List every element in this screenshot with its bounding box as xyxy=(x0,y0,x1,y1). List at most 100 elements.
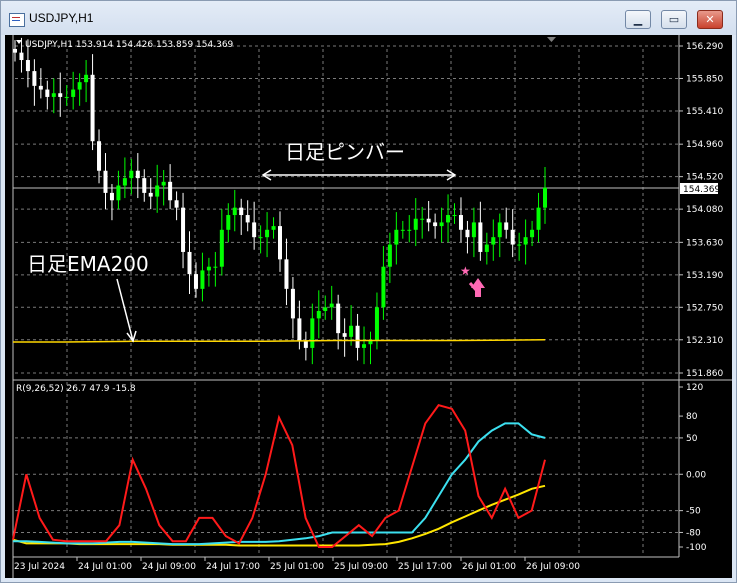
candle-body xyxy=(19,52,24,61)
window-title: USDJPY,H1 xyxy=(29,11,94,25)
candle-body xyxy=(310,318,315,348)
price-axis[interactable]: 156.290 155.850 155.410 154.960 154.520 154.0… xyxy=(679,42,723,379)
candle-body xyxy=(536,207,541,230)
title-bar[interactable]: USDJPY,H1 ▁ ▭ ✕ xyxy=(1,1,736,35)
candle-body xyxy=(252,222,257,238)
candle-body xyxy=(523,237,528,245)
candle-body xyxy=(420,218,425,220)
restore-button[interactable]: ▭ xyxy=(661,10,687,29)
candle-body xyxy=(226,215,231,230)
candle-body xyxy=(426,218,431,223)
chart-area[interactable]: USDJPY,H1 153.914 154.426 153.859 154.36… xyxy=(5,35,732,578)
pinbar-annotation: 日足ピンバー xyxy=(285,140,405,164)
candle-body xyxy=(374,307,379,341)
candle-body xyxy=(245,215,250,223)
candle-body xyxy=(504,222,509,230)
price-tick-label: 154.080 xyxy=(686,205,723,215)
candle-body xyxy=(181,207,186,252)
grid xyxy=(15,45,679,555)
candle-body xyxy=(471,222,476,238)
candle-body xyxy=(543,187,547,208)
candle-body xyxy=(465,229,470,238)
candle-body xyxy=(122,178,127,186)
candle-body xyxy=(77,82,82,90)
price-tick-label: 156.290 xyxy=(686,42,723,52)
time-label: 23 Jul 2024 xyxy=(14,562,65,572)
candles xyxy=(13,37,547,365)
candle-body xyxy=(90,74,95,142)
ema-annotation: 日足EMA200 xyxy=(27,252,149,276)
price-tick-label: 153.190 xyxy=(686,271,723,281)
candle-body xyxy=(510,229,515,245)
candle-body xyxy=(329,303,334,308)
candle-body xyxy=(38,85,43,90)
price-tick-label: 154.520 xyxy=(686,173,723,183)
price-tick-label: 154.960 xyxy=(686,140,723,150)
candle-body xyxy=(439,222,444,227)
candle-body xyxy=(168,181,173,201)
current-price-label: 154.369 xyxy=(683,185,720,195)
candle-body xyxy=(278,226,282,260)
candle-body xyxy=(32,71,37,86)
candle-body xyxy=(84,74,89,83)
candle-body xyxy=(284,259,289,289)
candle-body xyxy=(491,237,496,245)
candle-body xyxy=(200,270,205,289)
candle-body xyxy=(387,244,392,267)
candle-body xyxy=(362,344,367,348)
candle-body xyxy=(142,178,147,193)
chart-window: USDJPY,H1 ▁ ▭ ✕ USDJPY,H1 153.914 154.42… xyxy=(0,0,737,583)
chart-shift-icon[interactable] xyxy=(547,37,556,42)
candle-body xyxy=(64,96,69,98)
candle-body xyxy=(187,251,192,275)
main-info: USDJPY,H1 153.914 154.426 153.859 154.36… xyxy=(25,40,234,50)
candle-body xyxy=(413,218,418,230)
candle-body xyxy=(161,181,166,186)
time-label: 24 Jul 01:00 xyxy=(78,562,132,572)
close-button[interactable]: ✕ xyxy=(697,10,723,29)
candle-body xyxy=(381,266,386,308)
candle-body xyxy=(135,170,140,179)
time-label: 26 Jul 09:00 xyxy=(526,562,580,572)
indicator-tick-label: -50 xyxy=(686,507,701,517)
candle-body xyxy=(13,48,17,53)
candle-body xyxy=(478,222,483,252)
candle-body xyxy=(97,141,102,171)
indicator-tick-label: 50 xyxy=(686,434,698,444)
indicator-tick-label: -100 xyxy=(686,543,707,553)
time-label: 25 Jul 01:00 xyxy=(270,562,324,572)
indicator-axis[interactable]: 120 80 50 0.00 -50 -80 -100 xyxy=(679,383,707,553)
price-tick-label: 152.750 xyxy=(686,303,723,313)
candle-body xyxy=(265,229,270,238)
candle-body xyxy=(458,215,463,230)
candle-body xyxy=(116,185,121,201)
candle-body xyxy=(497,222,502,238)
minimize-button[interactable]: ▁ xyxy=(625,10,651,29)
candle-body xyxy=(349,325,354,337)
indicator-info: R(9,26,52) 26.7 47.9 -15.8 xyxy=(16,384,136,394)
candle-body xyxy=(342,333,347,337)
time-label: 25 Jul 17:00 xyxy=(398,562,452,572)
candle-body xyxy=(517,244,522,246)
price-tick-label: 155.850 xyxy=(686,74,723,84)
time-label: 24 Jul 17:00 xyxy=(206,562,260,572)
time-label: 26 Jul 01:00 xyxy=(462,562,516,572)
time-label: 25 Jul 09:00 xyxy=(334,562,388,572)
candle-body xyxy=(484,244,489,252)
price-tick-label: 151.860 xyxy=(686,369,723,379)
time-label: 24 Jul 09:00 xyxy=(142,562,196,572)
price-tick-label: 155.410 xyxy=(686,107,723,117)
candle-body xyxy=(239,207,244,216)
price-tick-label: 152.310 xyxy=(686,336,723,346)
indicator-line-slow xyxy=(12,484,546,547)
candle-body xyxy=(530,229,535,238)
candle-body xyxy=(290,288,295,319)
indicator-tick-label: 80 xyxy=(686,412,698,422)
candle-body xyxy=(316,310,321,319)
indicator-line-fast xyxy=(12,404,546,548)
candle-body xyxy=(446,215,451,223)
candle-body xyxy=(400,229,405,231)
price-tick-label: 153.630 xyxy=(686,238,723,248)
chart-window-icon xyxy=(9,13,25,27)
indicator-tick-label: -80 xyxy=(686,528,701,538)
